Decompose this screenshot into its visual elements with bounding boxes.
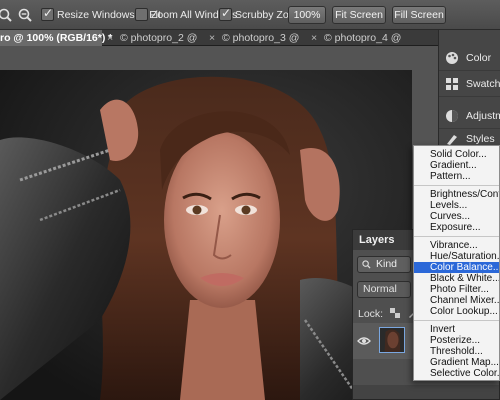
dock-label-adjustments: Adjustme xyxy=(466,110,500,122)
menu-item-vibrance[interactable]: Vibrance... xyxy=(414,240,499,251)
menu-separator xyxy=(414,320,499,321)
search-icon xyxy=(362,260,371,269)
resize-windows-checkbox[interactable] xyxy=(41,6,54,21)
panel-dock: Color Swatches Adjustme Styles xyxy=(438,30,500,152)
tab-photopro-2[interactable]: × © photopro_2 @ xyxy=(104,30,204,46)
lock-transparent-pixels-icon[interactable] xyxy=(390,308,401,318)
menu-item-black-white[interactable]: Black & White... xyxy=(414,273,499,284)
zoom-in-icon[interactable] xyxy=(0,7,13,23)
menu-item-color-lookup[interactable]: Color Lookup... xyxy=(414,306,499,317)
dock-label-color: Color xyxy=(466,52,492,64)
layer-thumbnail xyxy=(379,327,405,353)
adjustments-circle-icon xyxy=(446,110,458,122)
dock-label-swatches: Swatches xyxy=(466,78,500,90)
swatches-grid-icon xyxy=(446,78,458,90)
menu-item-brightness-contrast[interactable]: Brightness/Contrast... xyxy=(414,189,499,200)
menu-item-gradient[interactable]: Gradient... xyxy=(414,160,499,171)
lock-row: Lock: xyxy=(358,308,418,320)
close-icon[interactable]: × xyxy=(107,30,117,46)
zoom-out-icon[interactable] xyxy=(17,7,33,23)
adjustment-layer-menu: Solid Color... Gradient... Pattern... Brigh… xyxy=(413,145,500,381)
zoom-all-windows-checkbox[interactable] xyxy=(135,8,148,21)
tab-label: © photopro_2 @ xyxy=(120,32,198,44)
options-bar: Resize Windows to Fit Zoom All Windows S… xyxy=(0,0,500,30)
menu-item-channel-mixer[interactable]: Channel Mixer... xyxy=(414,295,499,306)
menu-item-threshold[interactable]: Threshold... xyxy=(414,346,499,357)
menu-item-levels[interactable]: Levels... xyxy=(414,200,499,211)
document-tab-bar: ro @ 100% (RGB/16*) * × © photopro_2 @ × ©… xyxy=(0,30,438,46)
menu-item-curves[interactable]: Curves... xyxy=(414,211,499,222)
menu-item-exposure[interactable]: Exposure... xyxy=(414,222,499,233)
blend-mode-select[interactable]: Normal xyxy=(357,281,411,298)
menu-item-color-balance[interactable]: Color Balance... xyxy=(414,262,499,273)
close-icon[interactable]: × xyxy=(209,30,219,46)
tab-label: © photopro_4 @ xyxy=(324,32,402,44)
eye-visibility-icon[interactable] xyxy=(357,334,371,348)
layer-filter-kind-select[interactable]: Kind xyxy=(357,256,411,273)
menu-separator xyxy=(414,185,499,186)
close-icon[interactable]: × xyxy=(311,30,321,46)
lock-label: Lock: xyxy=(358,308,384,320)
tab-label: ro @ 100% (RGB/16*) * xyxy=(0,32,113,44)
menu-item-selective-color[interactable]: Selective Color... xyxy=(414,368,499,379)
menu-item-solid-color[interactable]: Solid Color... xyxy=(414,149,499,160)
scrubby-zoom-checkbox[interactable] xyxy=(219,6,232,21)
fill-screen-button[interactable]: Fill Screen xyxy=(392,6,446,24)
layer-filter-kind-label: Kind xyxy=(376,258,398,270)
blend-mode-value: Normal xyxy=(363,283,397,295)
portrait-photo xyxy=(0,70,412,400)
dock-item-swatches[interactable]: Swatches xyxy=(439,71,500,97)
layers-panel-footer xyxy=(353,385,499,399)
fit-screen-button[interactable]: Fit Screen xyxy=(332,6,386,24)
menu-item-posterize[interactable]: Posterize... xyxy=(414,335,499,346)
styles-icon xyxy=(447,135,457,145)
tab-photopro-4[interactable]: × © photopro_4 @ xyxy=(308,30,408,46)
tab-photopro-active[interactable]: ro @ 100% (RGB/16*) * xyxy=(0,30,112,46)
menu-item-invert[interactable]: Invert xyxy=(414,324,499,335)
dock-item-color[interactable]: Color xyxy=(439,45,500,71)
tab-photopro-3[interactable]: × © photopro_3 @ xyxy=(206,30,306,46)
menu-item-photo-filter[interactable]: Photo Filter... xyxy=(414,284,499,295)
color-palette-icon xyxy=(446,52,458,64)
tab-label: © photopro_3 @ xyxy=(222,32,300,44)
menu-item-gradient-map[interactable]: Gradient Map... xyxy=(414,357,499,368)
menu-item-pattern[interactable]: Pattern... xyxy=(414,171,499,182)
menu-separator xyxy=(414,236,499,237)
layers-panel-title[interactable]: Layers xyxy=(359,234,394,246)
menu-item-hue-saturation[interactable]: Hue/Saturation... xyxy=(414,251,499,262)
dock-label-styles: Styles xyxy=(466,133,495,145)
zoom-100-button[interactable]: 100% xyxy=(288,6,326,24)
